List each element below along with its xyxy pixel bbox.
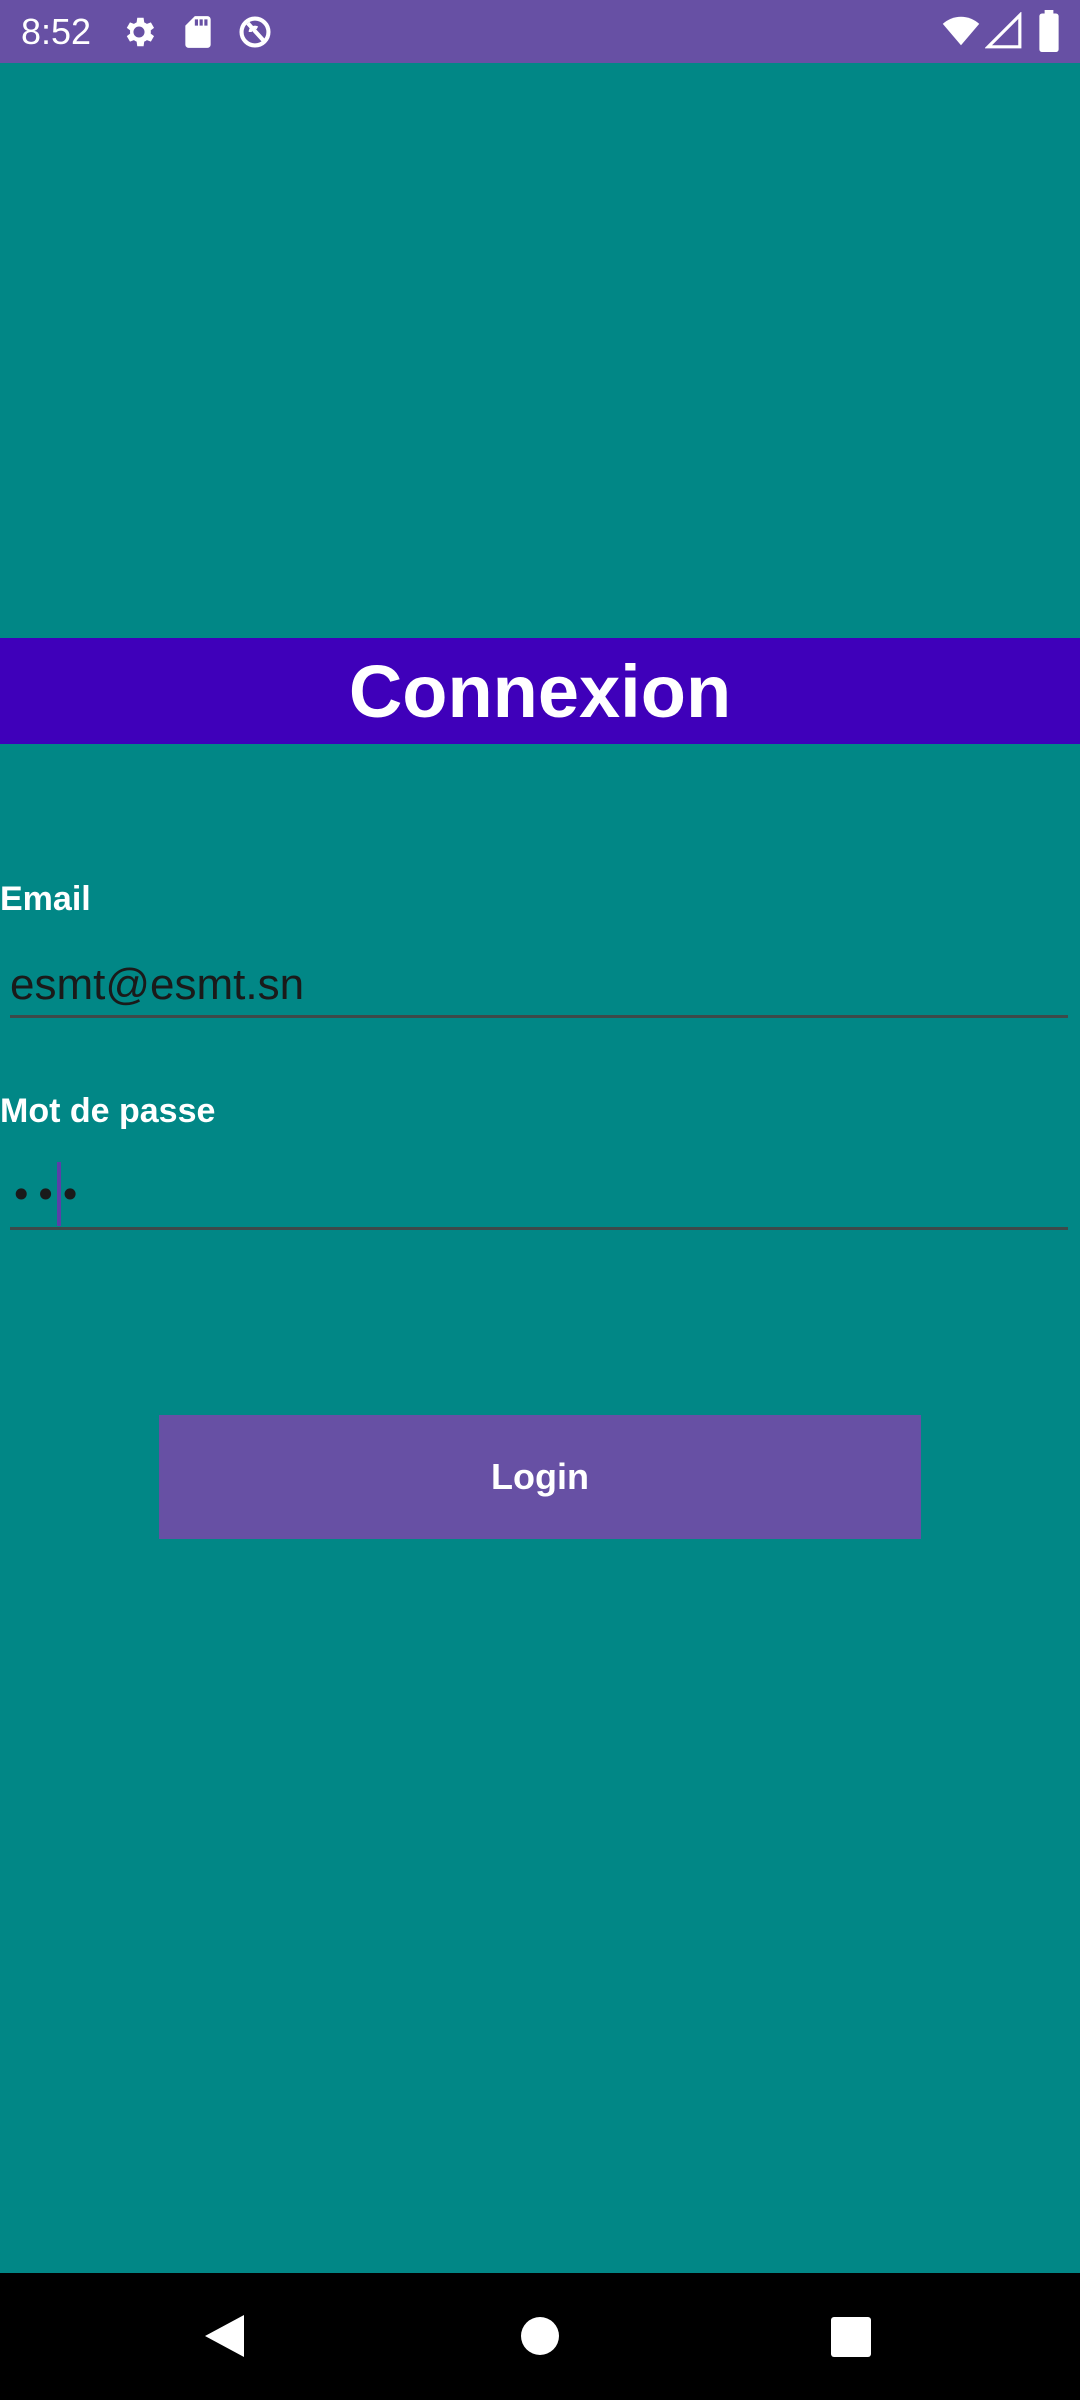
gear-icon <box>126 17 155 47</box>
battery-icon <box>1039 10 1059 52</box>
password-mask: ••• <box>10 1173 84 1217</box>
sync-off-icon <box>239 16 271 48</box>
cell-signal-icon <box>985 12 1022 49</box>
back-button[interactable] <box>165 2273 285 2400</box>
title-banner: Connexion <box>0 638 1080 744</box>
text-cursor <box>57 1162 61 1226</box>
email-field[interactable] <box>10 955 1068 1018</box>
home-icon <box>521 2317 559 2355</box>
navigation-bar <box>0 2273 1080 2400</box>
recents-icon <box>831 2317 871 2357</box>
password-label: Mot de passe <box>0 1092 216 1130</box>
login-button[interactable]: Login <box>159 1415 921 1539</box>
sd-card-icon <box>185 16 211 48</box>
status-time: 8:52 <box>21 11 92 52</box>
password-field[interactable] <box>10 1167 1068 1230</box>
status-bar: 8:52 <box>0 0 1080 63</box>
wifi-icon <box>942 16 980 46</box>
page-title: Connexion <box>348 649 732 733</box>
recents-button[interactable] <box>790 2273 910 2400</box>
home-button[interactable] <box>480 2273 600 2400</box>
back-icon <box>205 2315 244 2357</box>
email-label: Email <box>0 880 91 918</box>
